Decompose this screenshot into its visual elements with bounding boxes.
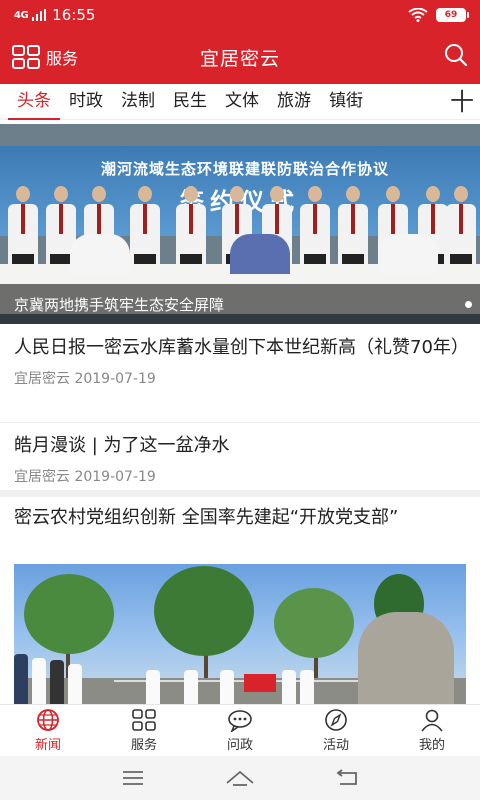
- menu-icon: [123, 771, 144, 785]
- news-meta: 宜居密云 2019-07-19: [14, 368, 466, 388]
- system-home-button[interactable]: [220, 763, 260, 793]
- nav-news[interactable]: 新闻: [0, 705, 96, 756]
- add-tab-button[interactable]: 十: [444, 85, 480, 119]
- services-label: 服务: [46, 49, 79, 68]
- search-icon: [445, 44, 468, 67]
- category-tabs: 头条 时政 法制 民生 文体 旅游 镇街 十: [0, 84, 480, 120]
- search-button[interactable]: [444, 43, 468, 71]
- news-meta: 宜居密云 2019-07-19: [14, 466, 466, 486]
- news-photo[interactable]: [14, 564, 466, 704]
- tab-livelihood[interactable]: 民生: [164, 84, 216, 120]
- nav-label: 活动: [322, 738, 349, 753]
- bottom-nav: 新闻 服务 问政 活动 我的: [0, 704, 480, 756]
- back-icon: [336, 769, 357, 785]
- home-icon: [226, 770, 254, 786]
- news-headline: 人民日报一密云水库蓄水量创下本世纪新高（礼赞70年）: [14, 337, 469, 358]
- services-button[interactable]: 服务: [12, 45, 78, 69]
- news-source: 宜居密云: [14, 469, 70, 485]
- news-date: 2019-07-19: [74, 469, 156, 485]
- news-source: 宜居密云: [14, 371, 70, 387]
- user-icon: [421, 709, 443, 732]
- news-headline: 密云农村党组织创新 全国率先建起“开放党支部”: [14, 507, 399, 528]
- news-item[interactable]: 皓月漫谈 | 为了这一盆净水 宜居密云 2019-07-19: [0, 432, 480, 486]
- nav-label: 我的: [418, 738, 445, 753]
- banner-backdrop-line1: 潮河流域生态环境联建联防联治合作协议: [100, 160, 389, 178]
- nav-label: 服务: [130, 738, 157, 753]
- nav-inquiry[interactable]: 问政: [192, 705, 288, 756]
- nav-activities[interactable]: 活动: [288, 705, 384, 756]
- tab-politics[interactable]: 时政: [60, 84, 112, 120]
- nav-services[interactable]: 服务: [96, 705, 192, 756]
- memorial-stone: [358, 612, 454, 704]
- system-back-button[interactable]: [327, 763, 367, 793]
- system-nav-bar: [0, 756, 480, 800]
- news-item[interactable]: 密云农村党组织创新 全国率先建起“开放党支部”: [0, 504, 480, 532]
- banner-caption-text: 京冀两地携手筑牢生态安全屏障: [14, 295, 225, 314]
- status-time: 16:55: [52, 6, 96, 24]
- chat-bubble-icon: [228, 710, 252, 732]
- party-flag: [244, 674, 276, 692]
- tab-towns[interactable]: 镇街: [320, 84, 372, 120]
- divider: [0, 422, 480, 423]
- battery-indicator: 69: [436, 8, 469, 22]
- carousel-indicator: [465, 301, 472, 308]
- tab-tourism[interactable]: 旅游: [268, 84, 320, 120]
- banner-caption: 京冀两地携手筑牢生态安全屏障: [0, 284, 480, 324]
- app-header: 服务 宜居密云: [0, 30, 480, 84]
- section-separator: [0, 490, 480, 497]
- tab-law[interactable]: 法制: [112, 84, 164, 120]
- grid-icon: [12, 45, 40, 69]
- status-bar: 4G 16:55 69: [0, 0, 480, 30]
- tab-headlines[interactable]: 头条: [8, 84, 60, 120]
- signal-bars-icon: [32, 9, 47, 21]
- compass-icon: [325, 709, 347, 731]
- news-headline: 皓月漫谈 | 为了这一盆净水: [14, 435, 230, 456]
- signal-indicator: 4G: [14, 9, 29, 21]
- wifi-icon: [408, 8, 428, 22]
- news-date: 2019-07-19: [74, 371, 156, 387]
- nav-label: 问政: [226, 738, 253, 753]
- globe-icon: [37, 709, 59, 731]
- nav-label: 新闻: [34, 738, 61, 753]
- news-item[interactable]: 人民日报一密云水库蓄水量创下本世纪新高（礼赞70年） 宜居密云 2019-07-…: [0, 334, 480, 388]
- grid-icon: [132, 709, 156, 731]
- tab-culture-sports[interactable]: 文体: [216, 84, 268, 120]
- nav-profile[interactable]: 我的: [384, 705, 480, 756]
- banner-carousel[interactable]: 潮河流域生态环境联建联防联治合作协议 签约仪式 京冀两地携手筑牢生态安全屏障: [0, 124, 480, 324]
- system-menu-button[interactable]: [113, 763, 153, 793]
